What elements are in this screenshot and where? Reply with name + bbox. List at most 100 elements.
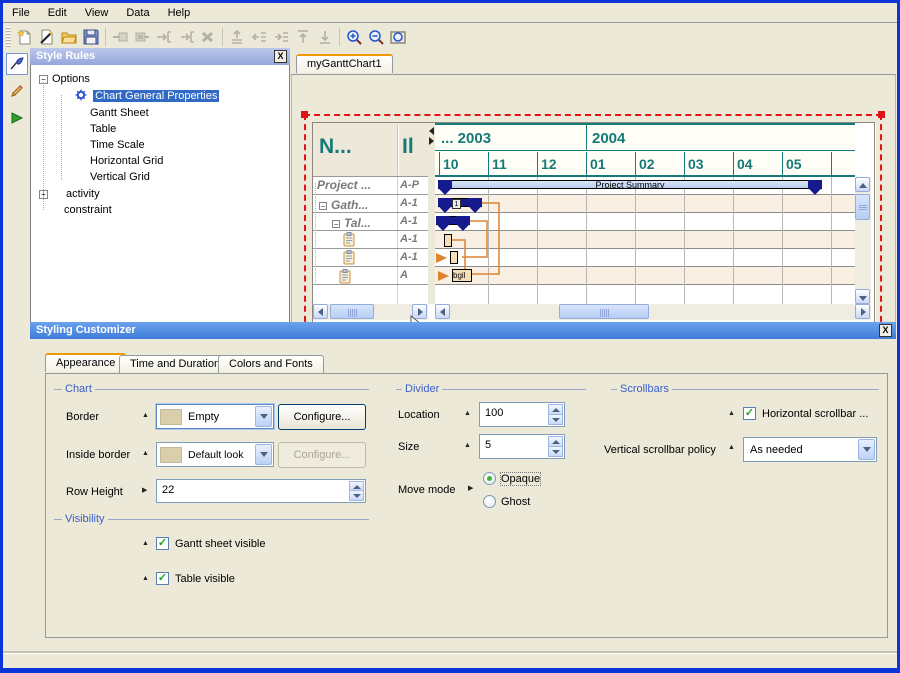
table-col-id[interactable]: Il: [402, 135, 414, 159]
table-row[interactable]: −Gath...: [319, 198, 368, 212]
ghost-radio[interactable]: [483, 495, 496, 508]
indent-icon[interactable]: [270, 26, 292, 48]
property-marker-icon[interactable]: ▲: [142, 575, 149, 582]
property-marker-icon[interactable]: ▲: [464, 442, 471, 449]
tab-myganttchart1[interactable]: myGanttChart1: [296, 54, 393, 73]
divider-collapse-left-icon[interactable]: [429, 127, 434, 135]
zoom-out-icon[interactable]: [365, 26, 387, 48]
tree-node-chart-general-properties[interactable]: Chart General Properties: [75, 89, 219, 104]
property-marker-icon[interactable]: ▲: [142, 450, 149, 457]
delete-icon[interactable]: [197, 26, 219, 48]
spinner-down-icon[interactable]: [548, 414, 563, 426]
tree-node-options[interactable]: −Options: [39, 72, 90, 87]
property-marker-icon[interactable]: ▲: [728, 444, 735, 451]
time-scale[interactable]: ... 2003 2004 10 11 12 01 02 03 04: [435, 123, 855, 177]
menu-file[interactable]: File: [3, 4, 39, 22]
table-row[interactable]: −Tal...: [332, 216, 371, 230]
menu-edit[interactable]: Edit: [39, 4, 76, 22]
table-cell-id[interactable]: A-1: [400, 215, 418, 227]
opaque-radio-label[interactable]: Opaque: [501, 473, 540, 485]
tab-appearance[interactable]: Appearance: [45, 353, 126, 372]
horizontal-scroll-thumb[interactable]: [330, 304, 374, 319]
insert-before-icon[interactable]: [153, 26, 175, 48]
outdent-icon[interactable]: [248, 26, 270, 48]
table-visible-checkbox[interactable]: ✓: [156, 572, 169, 585]
customizer-titlebar[interactable]: Styling Customizer X: [30, 322, 896, 339]
tree-node-horizontal-grid[interactable]: Horizontal Grid: [90, 154, 163, 169]
table-cell-id[interactable]: A-P: [400, 179, 419, 191]
zoom-in-icon[interactable]: [343, 26, 365, 48]
border-combobox[interactable]: Empty: [156, 404, 274, 429]
table-cell-id[interactable]: A: [400, 269, 408, 281]
vertical-scroll-thumb[interactable]: [855, 194, 870, 220]
property-marker-icon[interactable]: ▲: [728, 410, 735, 417]
gantt-sheet[interactable]: ... 2003 2004 10 11 12 01 02 03 04: [435, 123, 855, 304]
scroll-right-icon[interactable]: [855, 304, 870, 319]
table-row[interactable]: Project ...: [317, 178, 371, 192]
tree-node-time-scale[interactable]: Time Scale: [90, 138, 145, 153]
attach-data-icon[interactable]: [109, 26, 131, 48]
column-divider[interactable]: [397, 125, 398, 175]
gantt-sheet-visible-checkbox[interactable]: ✓: [156, 537, 169, 550]
vertical-scrollbar-policy-combobox[interactable]: As needed: [743, 437, 877, 462]
chevron-down-icon[interactable]: [255, 444, 272, 465]
spinner-down-icon[interactable]: [548, 446, 563, 458]
property-marker-icon[interactable]: ▲: [464, 410, 471, 417]
zoom-fit-icon[interactable]: [387, 26, 409, 48]
preview-canvas[interactable]: N... Il Project ... A-P −Gath... A-1: [291, 74, 896, 323]
paste-special-icon[interactable]: [226, 26, 248, 48]
table-sheet-divider[interactable]: [428, 123, 435, 304]
detach-data-icon[interactable]: [131, 26, 153, 48]
menu-view[interactable]: View: [76, 4, 118, 22]
chevron-down-icon[interactable]: [255, 406, 272, 427]
scroll-up-icon[interactable]: [855, 177, 870, 192]
ghost-radio-label[interactable]: Ghost: [501, 496, 530, 508]
selection-handle[interactable]: [878, 111, 885, 118]
close-icon[interactable]: X: [274, 50, 287, 63]
tree-node-vertical-grid[interactable]: Vertical Grid: [90, 170, 150, 185]
move-up-icon[interactable]: [292, 26, 314, 48]
new-wizard-icon[interactable]: [36, 26, 58, 48]
table-cell-id[interactable]: A-1: [400, 233, 418, 245]
open-icon[interactable]: [58, 26, 80, 48]
move-down-icon[interactable]: [314, 26, 336, 48]
save-icon[interactable]: [80, 26, 102, 48]
location-spinner[interactable]: 100: [479, 402, 565, 427]
opaque-radio[interactable]: [483, 472, 496, 485]
tree-node-constraint[interactable]: constraint: [39, 203, 112, 218]
row-height-spinner[interactable]: 22: [156, 479, 366, 503]
scroll-down-icon[interactable]: [855, 289, 870, 304]
edit-pencil-icon[interactable]: [6, 80, 28, 102]
run-preview-icon[interactable]: [6, 107, 28, 129]
new-document-icon[interactable]: [14, 26, 36, 48]
collapse-icon[interactable]: −: [319, 202, 327, 210]
configure-border-button[interactable]: Configure...: [278, 404, 366, 430]
table-cell-id[interactable]: A-1: [400, 251, 418, 263]
property-marker-icon[interactable]: ▶: [142, 486, 147, 494]
tab-time-and-duration[interactable]: Time and Duration: [119, 355, 231, 373]
property-marker-icon[interactable]: ▲: [142, 412, 149, 419]
horizontal-scrollbar-checkbox[interactable]: ✓: [743, 407, 756, 420]
close-icon[interactable]: X: [879, 324, 892, 337]
style-rules-titlebar[interactable]: Style Rules X: [30, 48, 290, 65]
property-marker-icon[interactable]: ▶: [468, 484, 473, 492]
menu-help[interactable]: Help: [159, 4, 200, 22]
size-spinner[interactable]: 5: [479, 434, 565, 459]
configure-inside-border-button[interactable]: Configure...: [278, 442, 366, 468]
gantt-vertical-scrollbar[interactable]: [855, 177, 871, 304]
property-marker-icon[interactable]: ▲: [142, 540, 149, 547]
tree-node-gantt-sheet[interactable]: Gantt Sheet: [90, 106, 149, 121]
inside-border-combobox[interactable]: Default look: [156, 442, 274, 467]
toolbar-grip[interactable]: [6, 27, 11, 47]
insert-after-icon[interactable]: [175, 26, 197, 48]
selection-handle[interactable]: [301, 111, 308, 118]
divider-expand-right-icon[interactable]: [429, 137, 434, 145]
collapse-icon[interactable]: −: [332, 220, 340, 228]
gantt-horizontal-scrollbar[interactable]: [435, 304, 871, 320]
table-cell-id[interactable]: A-1: [400, 197, 418, 209]
tree-node-table[interactable]: Table: [90, 122, 116, 137]
style-brush-icon[interactable]: [6, 53, 28, 75]
tab-colors-and-fonts[interactable]: Colors and Fonts: [218, 355, 324, 373]
table-row[interactable]: [343, 250, 355, 268]
horizontal-scroll-thumb[interactable]: [559, 304, 649, 319]
